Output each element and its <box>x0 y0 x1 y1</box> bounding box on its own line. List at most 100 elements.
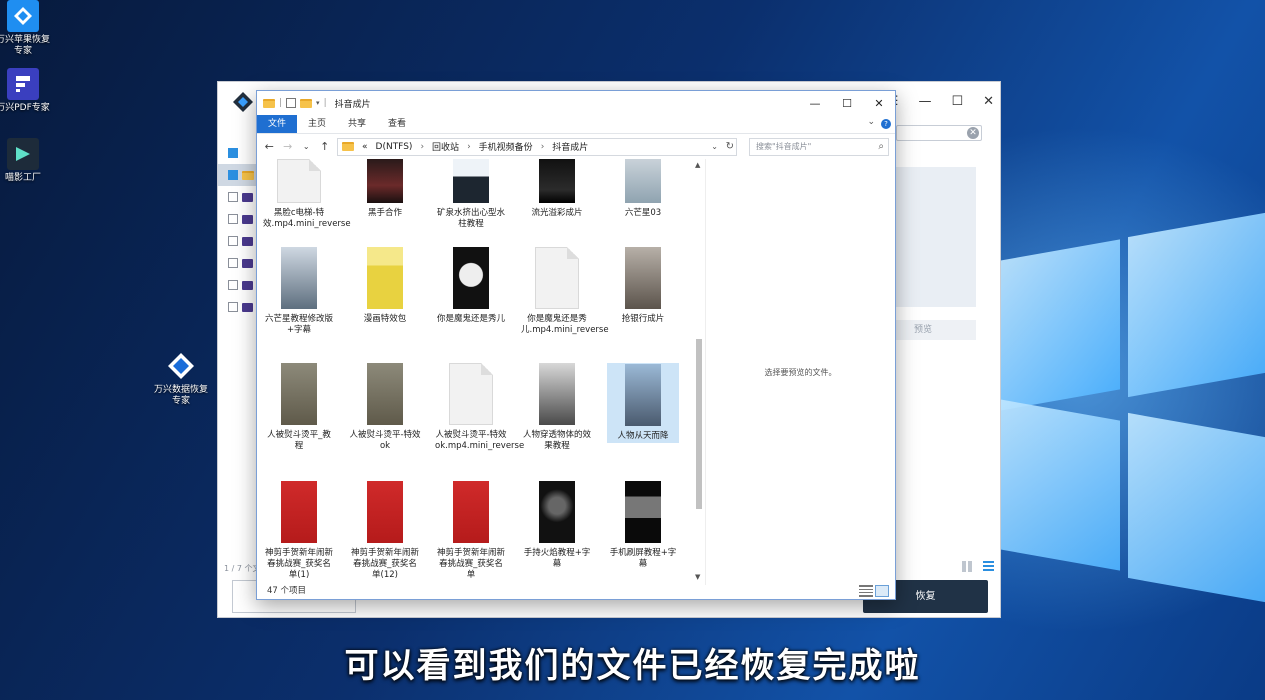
chevron-down-icon[interactable]: ▾ <box>316 99 320 107</box>
checkbox[interactable] <box>228 236 238 246</box>
file-item[interactable]: 你是魔鬼还是秀儿 <box>435 247 507 325</box>
checkbox[interactable] <box>228 302 238 312</box>
file-item[interactable]: 手持火焰教程+字幕 <box>521 481 593 570</box>
clear-icon[interactable]: ✕ <box>967 127 979 139</box>
filmora-icon <box>7 138 39 170</box>
list-item[interactable] <box>218 208 258 230</box>
quick-access-toolbar: | ▾ | <box>263 98 327 108</box>
file-icon <box>242 192 253 202</box>
file-item[interactable]: 黑手合作 <box>349 159 421 219</box>
up-arrow-icon[interactable]: ↑ <box>319 140 332 153</box>
file-item[interactable]: 矿泉水挤出心型水柱教程 <box>435 159 507 230</box>
checkbox[interactable] <box>228 214 238 224</box>
back-arrow-icon[interactable]: ← <box>263 140 276 153</box>
expand-ribbon-icon[interactable]: ⌄ <box>867 117 875 127</box>
file-name: 矿泉水挤出心型水柱教程 <box>436 208 505 229</box>
help-icon[interactable]: ? <box>881 119 891 129</box>
breadcrumb-item[interactable]: 回收站 <box>432 140 459 153</box>
forward-arrow-icon[interactable]: → <box>282 140 295 153</box>
file-item[interactable]: 抢银行成片 <box>607 247 679 325</box>
list-item[interactable] <box>218 296 258 318</box>
list-item[interactable] <box>218 274 258 296</box>
tab-file[interactable]: 文件 <box>257 115 298 133</box>
file-name: 抢银行成片 <box>621 314 665 324</box>
scroll-down-icon[interactable]: ▼ <box>695 573 700 581</box>
file-name: 手持火焰教程+字幕 <box>523 548 591 569</box>
tab-home[interactable]: 主页 <box>297 115 337 133</box>
app-file-list <box>218 142 258 318</box>
file-item[interactable]: 黑脸c电梯-特效.mp4.mini_reverse <box>263 159 351 230</box>
grid-view-icon[interactable] <box>962 561 973 572</box>
breadcrumb-item[interactable]: 抖音成片 <box>552 140 588 153</box>
file-icon <box>242 258 253 268</box>
file-item[interactable]: 人被熨斗烫平-特效ok.mp4.mini_reverse <box>435 363 524 452</box>
file-item[interactable]: 人被熨斗烫平_教程 <box>263 363 335 452</box>
file-item[interactable]: 神剪手贺新年闹新春挑战赛_获奖名单(1) <box>263 481 335 581</box>
search-placeholder: 搜索"抖音成片" <box>756 141 812 151</box>
maximize-icon[interactable]: ☐ <box>831 91 863 115</box>
minimize-icon[interactable]: — <box>799 91 831 115</box>
tab-share[interactable]: 共享 <box>337 115 377 133</box>
file-item[interactable]: 六芒星03 <box>607 159 679 219</box>
desktop-icon-label: 万兴PDF专家 <box>0 103 50 113</box>
desktop-icon-filmora[interactable]: 喵影工厂 <box>0 138 52 184</box>
list-item[interactable] <box>218 142 258 164</box>
checkbox[interactable] <box>228 280 238 290</box>
file-item[interactable]: 六芒星教程修改版+字幕 <box>263 247 335 336</box>
refresh-icon[interactable]: ↻ <box>726 141 734 152</box>
document-icon <box>277 159 321 203</box>
maximize-icon[interactable]: ☐ <box>951 94 963 109</box>
file-item[interactable]: 手机刷屏教程+字幕 <box>607 481 679 570</box>
list-item[interactable] <box>218 164 258 186</box>
file-item[interactable]: 人物从天而降 <box>607 363 679 443</box>
file-item[interactable]: 神剪手贺新年闹新春挑战赛_获奖名单(12) <box>349 481 421 581</box>
file-name: 漫画特效包 <box>363 314 407 324</box>
checkbox[interactable] <box>228 148 238 158</box>
address-dropdown-icon[interactable]: ⌄ <box>711 142 718 151</box>
app-logo-icon <box>233 92 253 112</box>
breadcrumb-prefix[interactable]: « <box>362 142 368 152</box>
vertical-scrollbar[interactable]: ▲ ▼ <box>693 159 705 585</box>
preview-button[interactable]: 预览 <box>896 320 976 340</box>
large-icons-view-icon[interactable] <box>875 585 889 597</box>
search-icon[interactable]: ⌕ <box>878 139 884 155</box>
file-item[interactable]: 神剪手贺新年闹新春挑战赛_获奖名单 <box>435 481 507 581</box>
video-thumbnail <box>453 481 489 543</box>
file-item[interactable]: 人被熨斗烫平-特效ok <box>349 363 421 452</box>
breadcrumb-item[interactable]: D(NTFS) <box>376 142 413 152</box>
folder-icon <box>263 98 275 108</box>
file-item[interactable]: 你是魔鬼还是秀儿.mp4.mini_reverse <box>521 247 609 336</box>
list-item[interactable] <box>218 230 258 252</box>
desktop-icon-pdf[interactable]: 万兴PDF专家 <box>0 68 52 114</box>
close-icon[interactable]: ✕ <box>863 91 895 115</box>
checkbox[interactable] <box>228 258 238 268</box>
tab-view[interactable]: 查看 <box>377 115 417 133</box>
file-name: 神剪手贺新年闹新春挑战赛_获奖名单(1) <box>264 548 333 580</box>
details-view-icon[interactable] <box>859 585 873 597</box>
minimize-icon[interactable]: — <box>918 94 931 109</box>
desktop-icon-data-recovery[interactable]: 万兴数据恢复专家 <box>152 350 210 407</box>
close-icon[interactable]: ✕ <box>983 94 994 109</box>
desktop-icon-apple-recovery[interactable]: 万兴苹果恢复专家 <box>0 0 52 57</box>
view-toggle <box>962 561 994 572</box>
scroll-up-icon[interactable]: ▲ <box>695 161 700 169</box>
file-item[interactable]: 人物穿透物体的效果教程 <box>521 363 593 452</box>
recent-chevron-icon[interactable]: ⌄ <box>300 142 313 151</box>
list-view-icon[interactable] <box>983 561 994 572</box>
checkbox[interactable] <box>228 170 238 180</box>
new-folder-icon[interactable] <box>300 98 313 108</box>
address-bar[interactable]: « D(NTFS) › 回收站 › 手机视频备份 › 抖音成片 ⌄ ↻ <box>337 137 737 156</box>
video-thumbnail <box>367 159 403 203</box>
video-thumbnail <box>367 363 403 425</box>
file-item[interactable]: 漫画特效包 <box>349 247 421 325</box>
list-item[interactable] <box>218 252 258 274</box>
video-thumbnail <box>281 247 317 309</box>
scrollbar-thumb[interactable] <box>696 339 702 509</box>
list-item[interactable] <box>218 186 258 208</box>
breadcrumb-item[interactable]: 手机视频备份 <box>479 140 533 153</box>
search-input[interactable]: 搜索"抖音成片" ⌕ <box>749 137 889 156</box>
file-item[interactable]: 流光溢彩成片 <box>521 159 593 219</box>
checkbox[interactable] <box>228 192 238 202</box>
app-search-input[interactable]: ✕ <box>896 125 982 141</box>
properties-icon[interactable] <box>286 98 297 108</box>
